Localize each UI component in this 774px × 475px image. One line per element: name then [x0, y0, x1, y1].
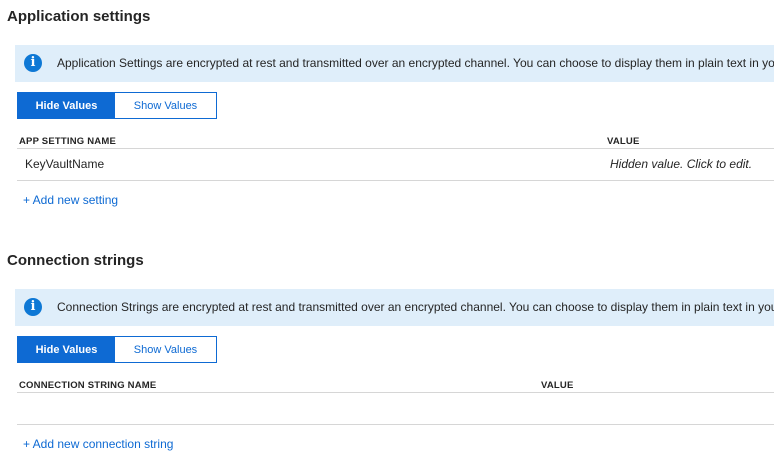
- connection-strings-header-divider: [17, 392, 774, 393]
- add-new-connection-string-link[interactable]: + Add new connection string: [23, 437, 173, 451]
- app-settings-info-bar: i Application Settings are encrypted at …: [15, 45, 774, 82]
- connection-string-name-column-header: CONNECTION STRING NAME: [19, 380, 157, 391]
- connection-strings-hide-values-button[interactable]: Hide Values: [18, 337, 115, 362]
- info-icon: i: [24, 298, 42, 316]
- app-settings-value-toggle: Hide Values Show Values: [17, 92, 217, 119]
- app-setting-name-cell: KeyVaultName: [25, 157, 105, 171]
- app-setting-value-cell[interactable]: Hidden value. Click to edit.: [610, 157, 752, 171]
- app-settings-info-text: Application Settings are encrypted at re…: [57, 56, 774, 70]
- app-settings-title: Application settings: [7, 8, 151, 25]
- connection-strings-row-divider: [17, 424, 774, 425]
- app-settings-hide-values-button[interactable]: Hide Values: [18, 93, 115, 118]
- connection-string-value-column-header: VALUE: [541, 380, 574, 391]
- app-settings-row-divider: [17, 180, 774, 181]
- app-settings-header-divider: [17, 148, 774, 149]
- app-setting-value-column-header: VALUE: [607, 136, 640, 147]
- info-icon: i: [24, 54, 42, 72]
- add-new-setting-link[interactable]: + Add new setting: [23, 193, 118, 207]
- connection-strings-value-toggle: Hide Values Show Values: [17, 336, 217, 363]
- connection-strings-title: Connection strings: [7, 252, 144, 269]
- app-setting-name-column-header: APP SETTING NAME: [19, 136, 116, 147]
- connection-strings-info-text: Connection Strings are encrypted at rest…: [57, 300, 774, 314]
- connection-strings-info-bar: i Connection Strings are encrypted at re…: [15, 289, 774, 326]
- app-settings-show-values-button[interactable]: Show Values: [115, 93, 216, 118]
- connection-strings-show-values-button[interactable]: Show Values: [115, 337, 216, 362]
